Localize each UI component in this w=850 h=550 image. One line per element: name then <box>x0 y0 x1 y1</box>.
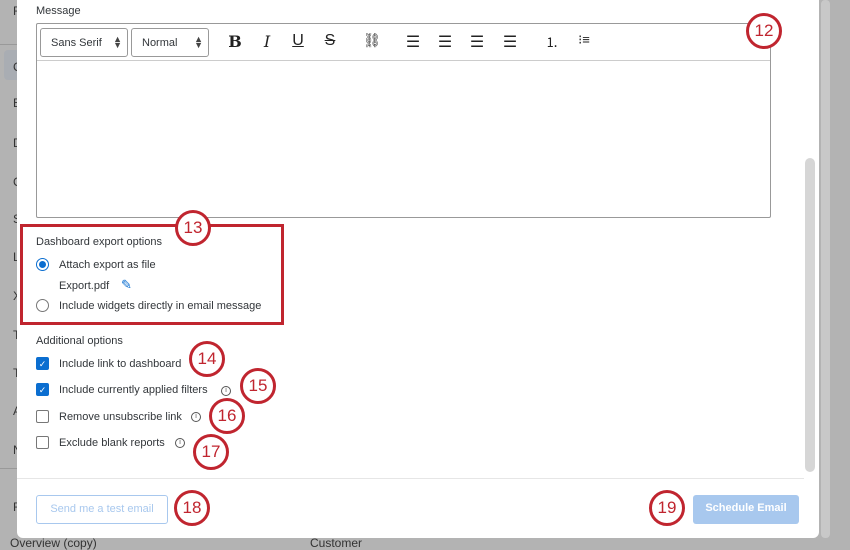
include-widgets-radio[interactable] <box>36 299 49 312</box>
select-arrows-icon: ▲ ▼ <box>113 34 122 50</box>
align-left-icon[interactable]: ☰ <box>403 32 423 52</box>
divider <box>0 44 17 45</box>
annotation-badge: 12 <box>746 13 782 49</box>
font-select-value: Sans Serif <box>51 37 102 49</box>
footer-divider <box>17 478 804 479</box>
bg-item: Customer <box>310 536 363 550</box>
exclude-blank-checkbox[interactable] <box>36 436 49 449</box>
schedule-email-button[interactable]: Schedule Email <box>693 495 799 524</box>
message-editor: Sans Serif ▲ ▼ Normal ▲ ▼ B I U S ⛓ ☰ ☰ ☰ ☰ … <box>36 23 771 218</box>
content-scrollbar[interactable] <box>805 158 815 472</box>
page-scrollbar[interactable] <box>821 0 830 538</box>
font-select[interactable]: Sans Serif ▲ ▼ <box>40 28 128 57</box>
align-center-icon[interactable]: ☰ <box>435 32 455 52</box>
export-filename: Export.pdf <box>59 280 110 292</box>
include-widgets-label: Include widgets directly in email messag… <box>59 300 262 312</box>
divider <box>0 468 17 469</box>
annotation-badge: 14 <box>189 341 225 377</box>
annotation-badge: 17 <box>193 434 229 470</box>
edit-pencil-icon[interactable]: ✎ <box>121 277 132 293</box>
editor-toolbar: Sans Serif ▲ ▼ Normal ▲ ▼ B I U S ⛓ ☰ ☰ ☰ ☰ … <box>37 24 770 61</box>
link-icon[interactable]: ⛓ <box>362 32 382 49</box>
info-icon[interactable]: i <box>175 438 185 448</box>
bg-item: Overview (copy) <box>10 536 97 550</box>
underline-icon[interactable]: U <box>288 32 308 50</box>
attach-export-radio[interactable] <box>36 258 49 271</box>
align-right-icon[interactable]: ☰ <box>467 32 487 52</box>
italic-icon[interactable]: I <box>257 32 277 51</box>
export-options-title: Dashboard export options <box>36 236 162 248</box>
attach-export-label: Attach export as file <box>59 259 156 271</box>
annotation-badge: 13 <box>175 210 211 246</box>
remove-unsubscribe-checkbox[interactable] <box>36 410 49 423</box>
include-filters-checkbox[interactable]: ✓ <box>36 383 49 396</box>
send-test-email-button[interactable]: Send me a test email <box>36 495 168 524</box>
include-link-label: Include link to dashboard <box>59 358 182 370</box>
exclude-blank-label: Exclude blank reports <box>59 437 165 449</box>
size-select[interactable]: Normal ▲ ▼ <box>131 28 209 57</box>
select-arrows-icon: ▲ ▼ <box>194 34 203 50</box>
annotation-badge: 15 <box>240 368 276 404</box>
annotation-badge: 16 <box>209 398 245 434</box>
remove-unsubscribe-label: Remove unsubscribe link <box>59 411 182 423</box>
align-justify-icon[interactable]: ☰ <box>500 32 520 52</box>
include-link-checkbox[interactable]: ✓ <box>36 357 49 370</box>
annotation-badge: 18 <box>174 490 210 526</box>
schedule-email-modal: Message Sans Serif ▲ ▼ Normal ▲ ▼ B I U S ⛓ … <box>17 0 819 538</box>
info-icon[interactable]: i <box>191 412 201 422</box>
strikethrough-icon[interactable]: S <box>320 32 340 50</box>
message-textarea[interactable] <box>37 61 770 217</box>
bullet-list-icon[interactable]: ⁝≡ <box>574 32 594 48</box>
message-label: Message <box>36 5 81 17</box>
info-icon[interactable]: i <box>221 386 231 396</box>
ordered-list-icon[interactable]: ⒈ <box>542 32 562 51</box>
bold-icon[interactable]: B <box>225 32 245 51</box>
annotation-badge: 19 <box>649 490 685 526</box>
size-select-value: Normal <box>142 37 178 49</box>
additional-options-title: Additional options <box>36 335 123 347</box>
include-filters-label: Include currently applied filters <box>59 384 208 396</box>
